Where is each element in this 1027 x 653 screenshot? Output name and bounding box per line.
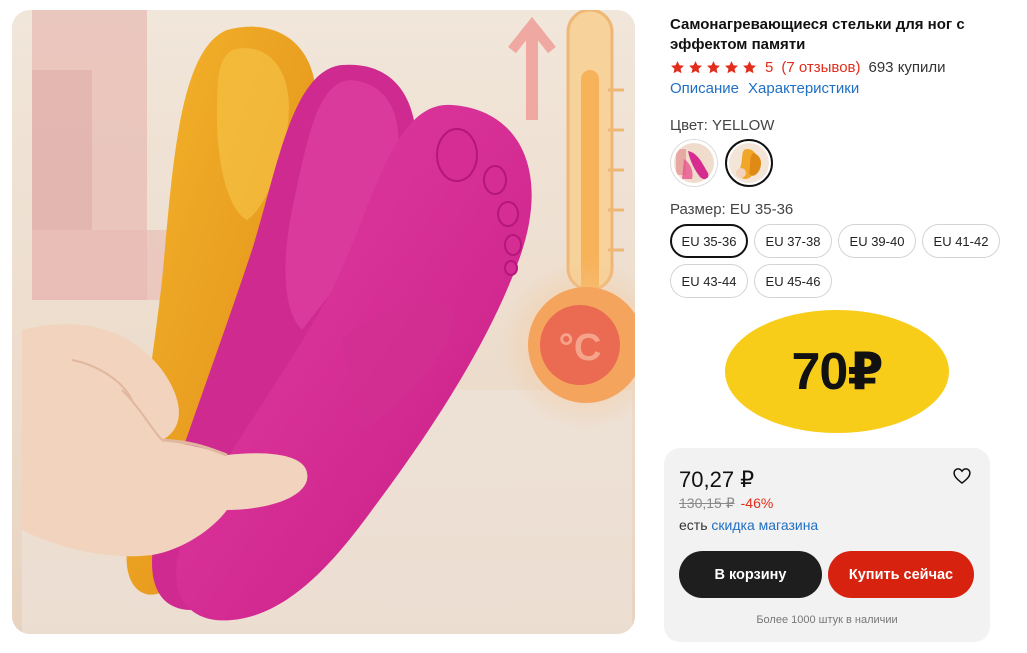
star-icon — [671, 60, 684, 73]
size-option[interactable]: EU 39-40 — [838, 224, 916, 258]
color-swatch-yellow[interactable] — [725, 139, 773, 187]
rating-stars — [670, 60, 757, 75]
svg-text:°C: °C — [559, 327, 602, 369]
product-title: Самонагревающиеся стельки для ног с эффе… — [670, 16, 965, 53]
color-swatches — [670, 139, 773, 187]
store-discount-prefix: есть — [679, 517, 708, 533]
size-option[interactable]: EU 43-44 — [670, 264, 748, 298]
size-label: Размер: EU 35-36 — [670, 201, 794, 218]
add-to-cart-button[interactable]: В корзину — [679, 551, 822, 598]
color-swatch-pink[interactable] — [670, 139, 718, 187]
current-price: 70,27 ₽ — [679, 467, 755, 492]
star-icon — [743, 60, 756, 73]
insoles-photo-illustration: °C — [12, 10, 635, 634]
old-price: 130,15 ₽ — [679, 495, 735, 511]
star-icon — [707, 60, 720, 73]
buy-now-button[interactable]: Купить сейчас — [828, 551, 974, 598]
store-discount-link[interactable]: скидка магазина — [711, 517, 818, 533]
swatch-yellow-thumbnail — [729, 143, 769, 183]
price-card: 70,27 ₽ 130,15 ₽ -46% есть скидка магази… — [664, 448, 990, 642]
size-option[interactable]: EU 45-46 — [754, 264, 832, 298]
store-discount: есть скидка магазина — [679, 517, 818, 533]
color-label: Цвет: YELLOW — [670, 117, 775, 134]
product-image[interactable]: °C — [12, 10, 635, 634]
heart-icon[interactable] — [952, 466, 972, 486]
star-icon — [689, 60, 702, 73]
rating-value: 5 — [765, 58, 774, 76]
reviews-link[interactable]: (7 отзывов) — [781, 59, 860, 76]
star-icon — [725, 60, 738, 73]
old-price-row: 130,15 ₽ -46% — [679, 495, 773, 512]
product-tabs: Описание Характеристики — [670, 80, 859, 97]
tab-specifications[interactable]: Характеристики — [748, 80, 859, 97]
size-option[interactable]: EU 41-42 — [922, 224, 1000, 258]
stock-status: Более 1000 штук в наличии — [756, 614, 898, 626]
promo-price-badge: 70₽ — [725, 310, 949, 433]
discount-percent: -46% — [740, 495, 774, 511]
rating-row: 5 (7 отзывов) 693 купили — [670, 57, 946, 77]
size-option[interactable]: EU 37-38 — [754, 224, 832, 258]
size-option[interactable]: EU 35-36 — [670, 224, 748, 258]
swatch-pink-thumbnail — [674, 143, 714, 183]
tab-description[interactable]: Описание — [670, 80, 739, 97]
size-options: EU 35-36 EU 37-38 EU 39-40 EU 41-42 EU 4… — [670, 224, 1005, 298]
bought-count: 693 купили — [868, 58, 946, 76]
